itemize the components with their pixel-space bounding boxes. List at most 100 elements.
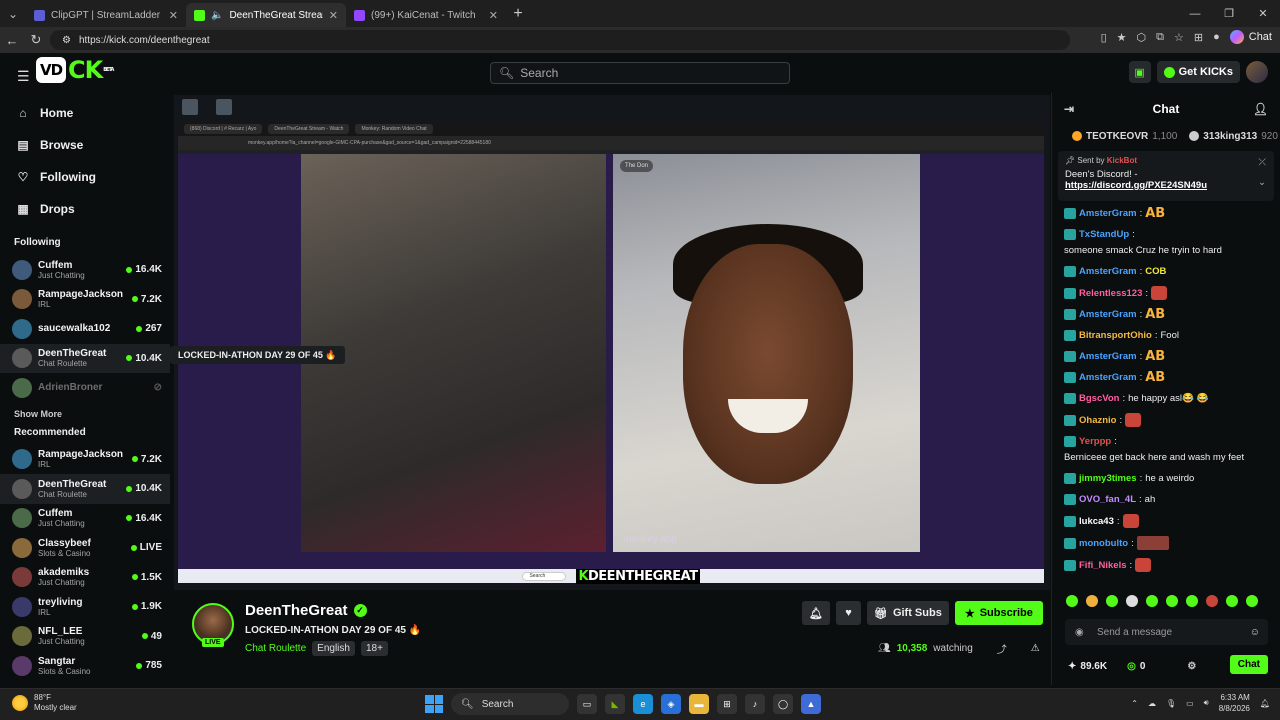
streamladder-icon[interactable]: ▲ bbox=[801, 694, 821, 714]
channel-item[interactable]: Sangtar Slots & Casino 785 bbox=[0, 651, 170, 681]
sidebar-item-following[interactable]: ♡ Following bbox=[16, 161, 170, 193]
video-player[interactable]: (868) Discord | # Recarz | Ayo DeenTheGr… bbox=[174, 95, 1050, 590]
rewards-icon[interactable]: ▣ bbox=[1128, 61, 1151, 83]
channel-item[interactable]: akademiks Just Chatting 1.5K bbox=[0, 563, 170, 593]
tag-english[interactable]: English bbox=[312, 641, 355, 656]
kicks-counter[interactable]: ◎ 0 bbox=[1127, 661, 1145, 672]
channel-item[interactable]: DeenTheGreat Chat Roulette 10.4K bbox=[0, 474, 170, 504]
share-icon[interactable]: ⤴ bbox=[997, 641, 1007, 656]
close-window-icon[interactable]: ✕ bbox=[1246, 0, 1280, 27]
chevron-down-icon[interactable]: ⌄ bbox=[1258, 177, 1266, 188]
user-avatar[interactable] bbox=[1246, 61, 1268, 83]
weather-widget[interactable]: 88°F Mostly clear bbox=[12, 693, 77, 713]
emote-icon[interactable] bbox=[1186, 595, 1198, 607]
channel-item[interactable]: treyliving IRL 1.9K bbox=[0, 592, 170, 622]
profile-icon[interactable]: ● bbox=[1213, 31, 1220, 43]
channel-item[interactable]: NFL_LEE Just Chatting 49 bbox=[0, 622, 170, 652]
channel-item[interactable]: Cuffem Just Chatting 16.4K bbox=[0, 504, 170, 534]
reload-icon[interactable]: ↻ bbox=[24, 32, 48, 48]
hamburger-menu-icon[interactable]: ☰ bbox=[17, 68, 30, 85]
volume-icon[interactable]: 🔊︎ bbox=[1204, 698, 1209, 708]
split-icon[interactable]: ⧉ bbox=[1156, 31, 1164, 44]
emoji-icon[interactable]: ☺ bbox=[1250, 627, 1260, 638]
chat-username[interactable]: Yerppp bbox=[1079, 435, 1111, 448]
chrome-icon[interactable]: ◯ bbox=[773, 694, 793, 714]
emote-icon[interactable] bbox=[1206, 595, 1218, 607]
tiktok-icon[interactable]: ♪ bbox=[745, 694, 765, 714]
tray-chevron-icon[interactable]: ⌃ bbox=[1131, 699, 1138, 708]
search-input[interactable]: 🔍︎ Search bbox=[490, 62, 790, 84]
channel-item[interactable]: RampageJackson IRL 7.2K bbox=[0, 285, 170, 315]
chat-username[interactable]: TxStandUp bbox=[1079, 228, 1129, 241]
gift-subs-button[interactable]: 🎁︎ Gift Subs bbox=[866, 601, 949, 625]
nvidia-icon[interactable]: ◣ bbox=[605, 694, 625, 714]
speaker-icon[interactable]: 🔈 bbox=[211, 10, 223, 21]
windows-start-icon[interactable] bbox=[425, 695, 443, 713]
close-tab-icon[interactable]: ✕ bbox=[329, 9, 338, 22]
copilot-chat-button[interactable]: Chat bbox=[1229, 30, 1272, 44]
edge-icon[interactable]: e bbox=[633, 694, 653, 714]
back-icon[interactable]: ← bbox=[0, 33, 24, 48]
points-counter[interactable]: ✦ 89.6K bbox=[1068, 661, 1107, 672]
chat-username[interactable]: AmsterGram bbox=[1079, 371, 1137, 384]
cloud-icon[interactable]: ☁ bbox=[1148, 699, 1156, 708]
channel-item[interactable]: saucewalka102 267 bbox=[0, 314, 170, 344]
new-tab-icon[interactable]: + bbox=[506, 5, 530, 23]
emote-icon[interactable] bbox=[1146, 595, 1158, 607]
emote-icon[interactable] bbox=[1086, 595, 1098, 607]
network-icon[interactable]: ▭ bbox=[1186, 699, 1194, 708]
channel-item[interactable]: AdrienBroner ⊘ bbox=[0, 373, 170, 403]
app-icon[interactable]: ◈ bbox=[661, 694, 681, 714]
channel-item[interactable]: DeenTheGreat Chat Roulette 10.4K bbox=[0, 343, 170, 373]
chat-username[interactable]: AmsterGram bbox=[1079, 265, 1137, 278]
send-message-input[interactable]: ◉ Send a message ☺ bbox=[1065, 619, 1268, 645]
browser-tab-deenthegreat[interactable]: 🔈 DeenTheGreat Stream - Watch ✕ bbox=[186, 3, 346, 27]
tab-menu-icon[interactable]: ⌄ bbox=[0, 0, 26, 27]
tag-18plus[interactable]: 18+ bbox=[360, 641, 388, 656]
mic-icon[interactable]: 🎙︎ bbox=[1166, 699, 1176, 708]
emote-icon[interactable] bbox=[1246, 595, 1258, 607]
chat-username[interactable]: OVO_fan_4L bbox=[1079, 493, 1136, 506]
taskbar-search[interactable]: 🔍︎ Search bbox=[451, 693, 569, 715]
chat-username[interactable]: Fifi_Nikels bbox=[1079, 559, 1127, 572]
minimize-icon[interactable]: — bbox=[1178, 0, 1212, 27]
chat-username[interactable]: monobulto bbox=[1079, 537, 1128, 550]
subscribe-button[interactable]: ★ Subscribe bbox=[954, 601, 1043, 625]
star-icon[interactable]: ★ bbox=[1117, 31, 1127, 44]
sidebar-item-drops[interactable]: ▦ Drops bbox=[16, 193, 170, 225]
channel-item[interactable]: Cuffem Just Chatting 16.4K bbox=[0, 255, 170, 285]
chat-username[interactable]: BgscVon bbox=[1079, 392, 1119, 405]
streamer-name[interactable]: DeenTheGreat bbox=[245, 602, 348, 619]
browser-tab-twitch[interactable]: (99+) KaiCenat - Twitch ✕ bbox=[346, 3, 506, 27]
emote-icon[interactable] bbox=[1106, 595, 1118, 607]
gifter[interactable]: 313king313 920 bbox=[1189, 131, 1278, 142]
site-info-icon[interactable]: ⚙ bbox=[62, 35, 71, 46]
chat-username[interactable]: AmsterGram bbox=[1079, 308, 1137, 321]
gifter[interactable]: TEOTKEOVR 1,100 bbox=[1072, 131, 1177, 142]
emote-icon[interactable] bbox=[1126, 595, 1138, 607]
category-link[interactable]: Chat Roulette bbox=[245, 643, 306, 654]
report-icon[interactable]: ⚠ bbox=[1031, 643, 1040, 654]
file-explorer-icon[interactable]: ▬ bbox=[689, 694, 709, 714]
store-icon[interactable]: ⊞ bbox=[717, 694, 737, 714]
settings-gear-icon[interactable]: ⚙ bbox=[1187, 661, 1196, 672]
chat-username[interactable]: Ohaznio bbox=[1079, 414, 1116, 427]
clock[interactable]: 6:33 AM 8/8/2026 bbox=[1219, 692, 1250, 714]
kick-logo[interactable]: VD CK BETA bbox=[36, 55, 114, 85]
maximize-icon[interactable]: ❐ bbox=[1212, 0, 1246, 27]
browser-tab-clipgpt[interactable]: ClipGPT | StreamLadder ✕ bbox=[26, 3, 186, 27]
chat-username[interactable]: lukca43 bbox=[1079, 515, 1114, 528]
discord-link[interactable]: https://discord.gg/PXE24SN49u bbox=[1065, 180, 1267, 191]
emote-icon[interactable] bbox=[1166, 595, 1178, 607]
follow-heart-button[interactable]: ♥ bbox=[835, 601, 861, 625]
close-tab-icon[interactable]: ✕ bbox=[169, 9, 178, 22]
favorites-icon[interactable]: ☆ bbox=[1174, 31, 1184, 44]
chat-username[interactable]: jimmy3times bbox=[1079, 472, 1137, 485]
chat-username[interactable]: BitransportOhio bbox=[1079, 329, 1152, 342]
chat-username[interactable]: Relentless123 bbox=[1079, 287, 1142, 300]
collapse-chat-icon[interactable]: ⇥ bbox=[1064, 102, 1074, 116]
task-view-icon[interactable]: ▭ bbox=[577, 694, 597, 714]
close-tab-icon[interactable]: ✕ bbox=[489, 9, 498, 22]
sidebar-item-browse[interactable]: ▤ Browse bbox=[16, 129, 170, 161]
extensions-icon[interactable]: ⬡ bbox=[1137, 31, 1147, 44]
